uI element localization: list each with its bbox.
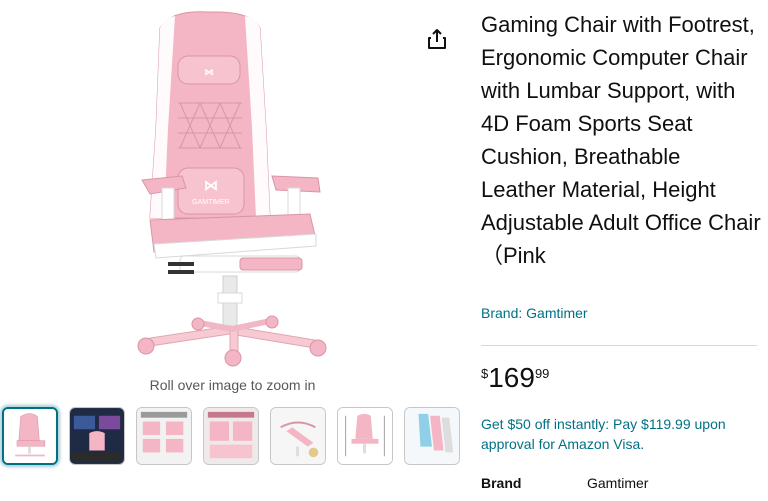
price-currency-symbol: $ (481, 366, 489, 381)
share-button[interactable] (425, 27, 449, 51)
spec-value-brand: Gamtimer (587, 475, 649, 491)
share-icon (428, 29, 446, 49)
thumbnail-5[interactable] (270, 407, 326, 465)
product-title: Gaming Chair with Footrest, Ergonomic Co… (481, 12, 761, 268)
thumbnail-room-image (70, 408, 124, 464)
thumbnail-1[interactable] (2, 407, 58, 465)
thumbnail-dimensions-image (338, 408, 392, 464)
thumbnail-3[interactable] (136, 407, 192, 465)
thumbnail-2[interactable] (69, 407, 125, 465)
svg-text:⋈: ⋈ (205, 67, 214, 77)
chair-logo-text: GAMTIMER (192, 199, 230, 206)
divider (481, 345, 757, 346)
thumbnail-chair-image (4, 409, 56, 463)
price: $16999 (481, 362, 549, 394)
thumbnail-strip (0, 407, 470, 469)
thumbnail-7[interactable] (404, 407, 460, 465)
spec-label-brand: Brand (481, 475, 522, 491)
thumbnail-4[interactable] (203, 407, 259, 465)
thumbnail-detail-image (204, 408, 258, 464)
chair-footrest (168, 255, 303, 274)
zoom-hint: Roll over image to zoom in (149, 377, 316, 393)
chair-base (137, 275, 327, 367)
main-product-image[interactable]: ⋈ ⋈ GAMTIMER (120, 8, 345, 368)
card-offer-link[interactable]: Get $50 off instantly: Pay $119.99 upon … (481, 414, 761, 454)
chair-seat (149, 213, 317, 259)
thumbnail-features-image (137, 408, 191, 464)
thumbnail-foam-image (405, 408, 459, 464)
thumbnail-6[interactable] (337, 407, 393, 465)
price-whole: 169 (488, 362, 535, 393)
brand-store-link[interactable]: Brand: Gamtimer (481, 305, 588, 321)
price-fraction: 99 (534, 366, 550, 381)
thumbnail-recline-image (271, 408, 325, 464)
svg-text:⋈: ⋈ (204, 177, 218, 193)
